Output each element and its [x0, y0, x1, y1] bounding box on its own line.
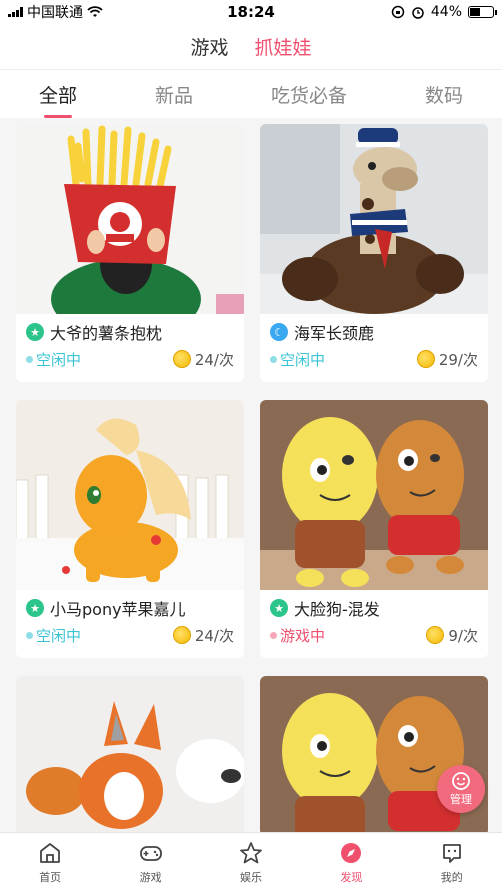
home-icon [40, 842, 61, 863]
category-tabs: 全部 新品 吃货必备 数码 [0, 70, 502, 118]
tabbar-label: 发现 [340, 870, 363, 884]
tabbar-label: 娱乐 [239, 870, 262, 884]
smiley-icon [452, 772, 470, 790]
machine-status: 游戏中 [270, 625, 325, 646]
product-card[interactable]: ★ 大脸狗-混发 游戏中 9/次 [260, 400, 488, 658]
orientation-lock-icon [391, 5, 405, 19]
coin-icon [426, 626, 445, 644]
price: 9/次 [426, 625, 478, 646]
star-badge-icon: ★ [270, 599, 288, 617]
price: 24/次 [172, 349, 234, 370]
category-snacks[interactable]: 吃货必备 [263, 73, 355, 116]
status-bar: 中国联通 18:24 44% [0, 0, 502, 24]
tab-games[interactable]: 游戏 [190, 27, 228, 66]
moon-badge-icon: ☾ [270, 323, 288, 341]
tabbar-item-games[interactable]: 游戏 [111, 840, 191, 885]
price: 24/次 [172, 625, 234, 646]
category-new[interactable]: 新品 [147, 73, 201, 116]
tabbar-label: 游戏 [139, 870, 162, 884]
star-badge-icon: ★ [26, 323, 44, 341]
machine-status: 空闲中 [26, 625, 81, 646]
gamepad-icon [139, 845, 162, 861]
product-card[interactable]: ★ 小马pony苹果嘉儿 空闲中 24/次 [16, 400, 244, 658]
product-image-fries-pillow [16, 124, 244, 314]
product-name: 大爷的薯条抱枕 [50, 324, 163, 343]
product-name: 大脸狗-混发 [294, 600, 380, 619]
tabbar-item-discover[interactable]: 发现 [311, 840, 391, 885]
product-name: 海军长颈鹿 [294, 324, 375, 343]
top-nav: 游戏 抓娃娃 [0, 24, 502, 70]
carrier-name: 中国联通 [27, 5, 83, 21]
tabbar-item-home[interactable]: 首页 [10, 840, 90, 885]
manage-button[interactable]: 管理 [437, 765, 485, 813]
product-card[interactable]: ★ 大爷的薯条抱枕 空闲中 24/次 [16, 124, 244, 382]
product-image-pony [16, 400, 244, 590]
price: 29/次 [416, 349, 478, 370]
coin-icon [172, 626, 191, 644]
category-digital[interactable]: 数码 [417, 73, 471, 116]
product-name: 小马pony苹果嘉儿 [50, 600, 186, 619]
machine-status: 空闲中 [270, 349, 325, 370]
profile-icon [442, 843, 461, 863]
compass-icon [341, 842, 362, 863]
coin-icon [172, 350, 191, 368]
tabbar-label: 首页 [39, 870, 62, 884]
coin-icon [416, 350, 435, 368]
star-badge-icon: ★ [26, 599, 44, 617]
alarm-icon [412, 7, 424, 19]
star-icon [240, 841, 262, 863]
tab-claw-machine[interactable]: 抓娃娃 [255, 27, 312, 66]
tabbar-item-entertainment[interactable]: 娱乐 [211, 840, 291, 885]
machine-status: 空闲中 [26, 349, 81, 370]
tabbar-label: 我的 [440, 870, 463, 884]
battery-percent: 44% [430, 4, 462, 20]
product-image-fox [16, 676, 244, 832]
manage-label: 管理 [450, 793, 472, 806]
product-card[interactable]: ☾ 海军长颈鹿 空闲中 29/次 [260, 124, 488, 382]
product-grid: ★ 大爷的薯条抱枕 空闲中 24/次 ☾ 海军长颈鹿 空闲中 29/次 ★ 小马… [0, 118, 502, 832]
signal-icon [8, 7, 23, 17]
category-all[interactable]: 全部 [31, 73, 85, 116]
product-image-navy-giraffe [260, 124, 488, 314]
product-image-big-face-dog [260, 400, 488, 590]
product-card[interactable] [16, 676, 244, 832]
tabbar-item-profile[interactable]: 我的 [412, 840, 492, 885]
battery-icon [468, 6, 497, 18]
bottom-tab-bar: 首页 游戏 娱乐 发现 我的 [0, 832, 502, 891]
wifi-icon [87, 6, 103, 17]
